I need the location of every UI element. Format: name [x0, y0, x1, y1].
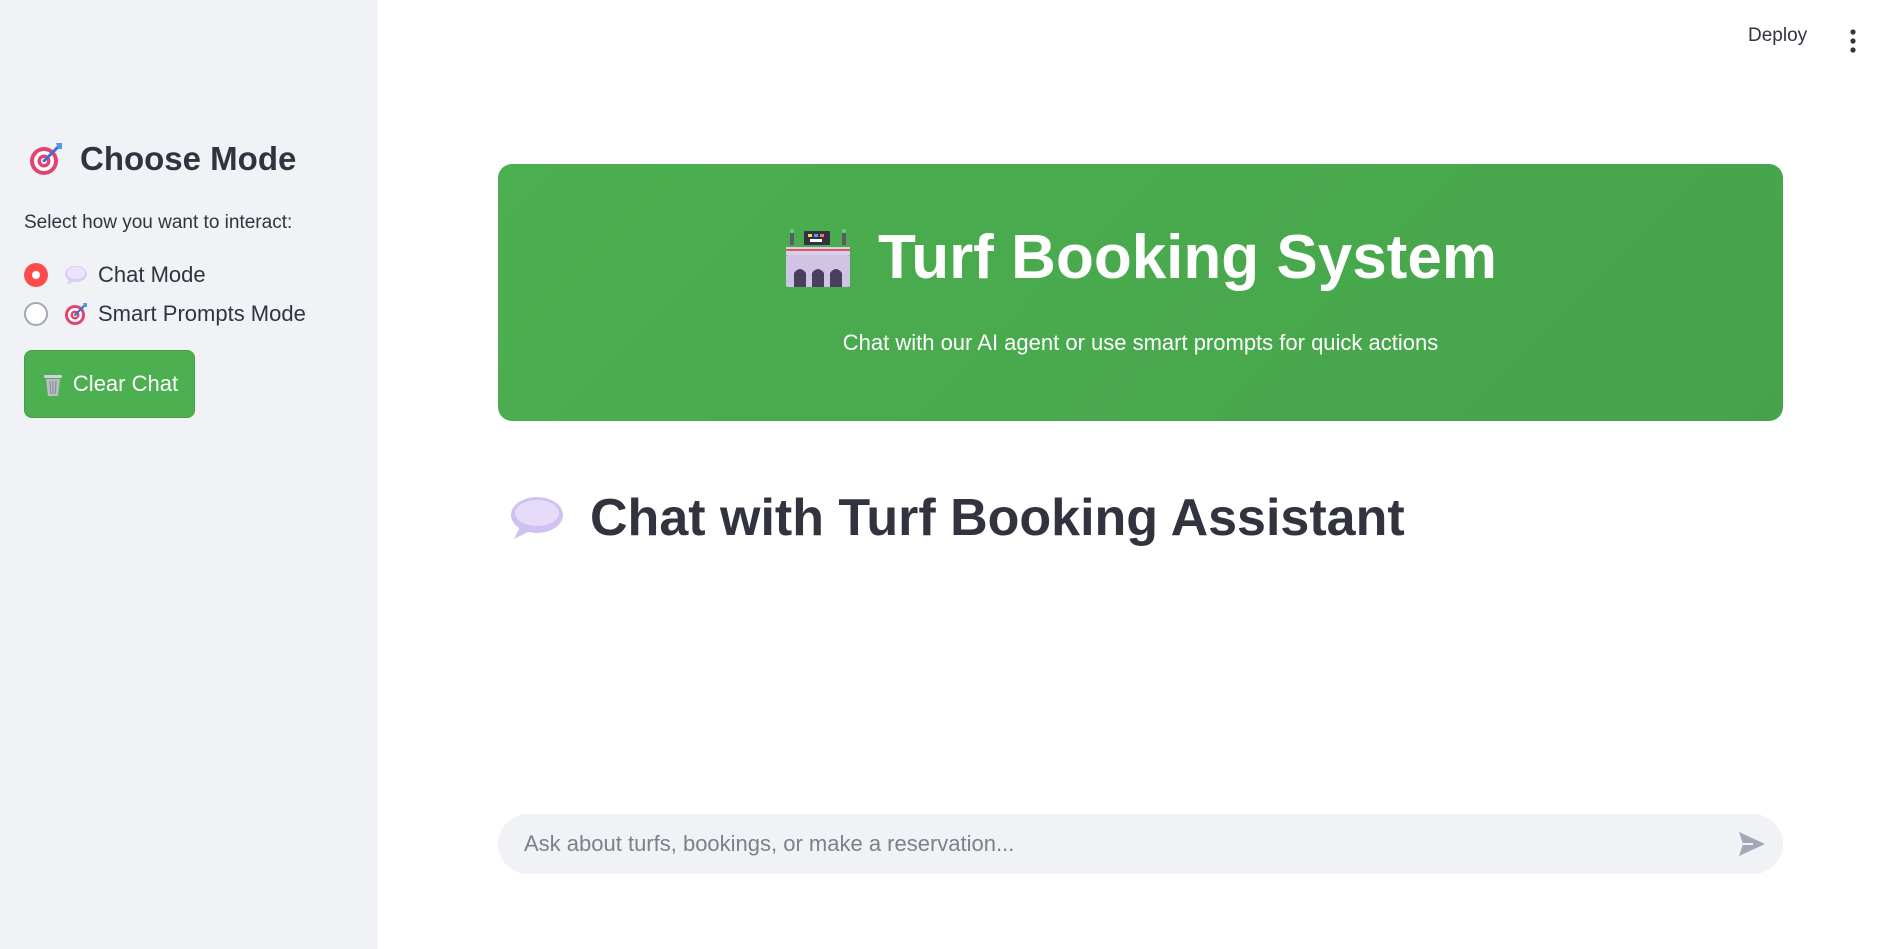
stadium-icon [786, 228, 851, 287]
target-icon [65, 302, 87, 325]
send-icon[interactable] [1737, 830, 1767, 858]
chat-heading: Chat with Turf Booking Assistant [508, 488, 1405, 548]
radio-button-unchecked[interactable] [24, 301, 48, 326]
clear-chat-label: Clear Chat [72, 371, 179, 396]
chat-input[interactable] [522, 814, 1672, 874]
mode-radio-group: Chat Mode Smart Prompts Mode [24, 255, 306, 333]
chat-input-container [498, 814, 1783, 874]
hero-title-text: Turf Booking System [878, 223, 1497, 292]
radio-option-smart-prompts-mode[interactable]: Smart Prompts Mode [24, 294, 306, 333]
hero-title: Turf Booking System [498, 222, 1783, 293]
sidebar-title-text: Choose Mode [80, 140, 297, 177]
clear-chat-button[interactable]: Clear Chat [24, 350, 195, 418]
radio-label-smart-prompts-mode: Smart Prompts Mode [98, 300, 306, 326]
speech-bubble-icon [511, 497, 563, 539]
speech-bubble-icon [65, 265, 87, 285]
radio-option-chat-mode[interactable]: Chat Mode [24, 255, 306, 294]
trash-icon [43, 375, 62, 396]
radio-button-checked[interactable] [24, 262, 48, 287]
target-icon [30, 143, 62, 175]
hero-banner: Turf Booking System Chat with our AI age… [498, 164, 1783, 421]
chat-heading-text: Chat with Turf Booking Assistant [590, 489, 1405, 547]
more-options-icon[interactable] [1848, 28, 1858, 54]
hero-subtitle: Chat with our AI agent or use smart prom… [842, 330, 1439, 355]
sidebar-title: Choose Mode [28, 140, 296, 178]
deploy-button[interactable]: Deploy [1742, 24, 1813, 48]
radio-label-chat-mode: Chat Mode [98, 261, 206, 287]
mode-description: Select how you want to interact: [24, 212, 293, 233]
sidebar: Choose Mode Select how you want to inter… [0, 0, 378, 949]
